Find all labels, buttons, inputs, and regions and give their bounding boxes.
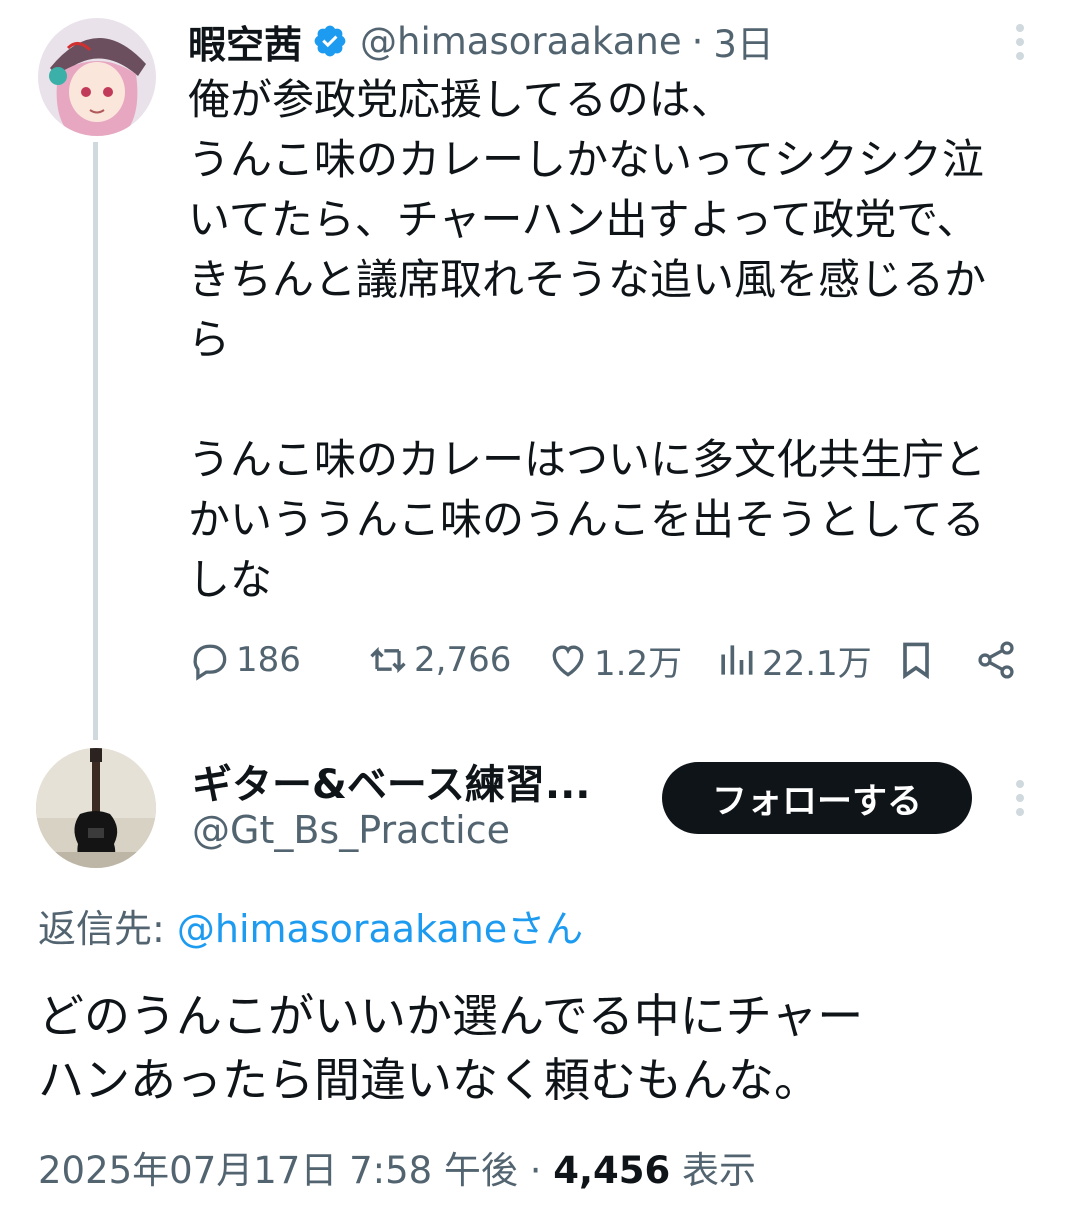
tweet-body: どのうんこがいいか選んでる中にチャー ハンあったら間違いなく頼むもんな。 bbox=[38, 984, 1048, 1112]
share-icon bbox=[978, 641, 1014, 679]
verified-badge-icon bbox=[312, 23, 348, 59]
action-bar: 186 2,766 1.2万 22.1万 bbox=[188, 632, 1038, 688]
tweet-text-line: いてたら、チャーハン出すよって政党で、 bbox=[188, 195, 979, 244]
tweet-text-line: 俺が参政党応援してるのは、 bbox=[188, 75, 733, 124]
follow-button[interactable]: フォローする bbox=[662, 762, 972, 834]
reply-icon bbox=[193, 644, 227, 681]
separator-dot: · bbox=[529, 1149, 542, 1192]
tweet-text-line: うんこ味のカレーしかないってシクシク泣 bbox=[188, 135, 984, 184]
heart-icon bbox=[552, 645, 584, 677]
tweet-meta: 2025年07月17日 7:58 午後 · 4,456 表示 bbox=[38, 1140, 756, 1194]
repost-icon bbox=[370, 646, 406, 674]
like-button[interactable]: 1.2万 bbox=[546, 632, 682, 688]
reply-context: 返信先: @himasoraakaneさん bbox=[38, 898, 583, 953]
more-vertical-icon[interactable] bbox=[1004, 20, 1036, 64]
author-handle[interactable]: @Gt_Bs_Practice bbox=[192, 808, 510, 852]
separator-dot: · bbox=[691, 19, 704, 63]
tweet-text-line: ら bbox=[188, 315, 231, 364]
repost-button[interactable]: 2,766 bbox=[366, 632, 511, 688]
tweet-header: 暇空茜 @himasoraakane · 3日 bbox=[188, 14, 774, 68]
like-count: 1.2万 bbox=[594, 643, 683, 684]
author-handle[interactable]: @himasoraakane bbox=[360, 20, 682, 63]
avatar[interactable] bbox=[36, 748, 156, 868]
view-count: 4,456 bbox=[553, 1149, 671, 1192]
tweet-body: 俺が参政党応援してるのは、 うんこ味のカレーしかないってシクシク泣 いてたら、チ… bbox=[188, 70, 1058, 610]
tweet-text-line: ハンあったら間違いなく頼むもんな。 bbox=[38, 1053, 820, 1107]
bookmark-button[interactable] bbox=[894, 632, 938, 688]
bookmark-icon bbox=[903, 642, 929, 680]
views-button[interactable]: 22.1万 bbox=[714, 632, 872, 688]
tweet-text-line: きちんと議席取れそうな追い風を感じるか bbox=[188, 255, 987, 304]
reply-prefix: 返信先: bbox=[38, 907, 177, 951]
tweet-text-line: どのうんこがいいか選んでる中にチャー bbox=[38, 989, 864, 1043]
reply-mention-link[interactable]: @himasoraakaneさん bbox=[177, 907, 583, 951]
more-vertical-icon[interactable] bbox=[1004, 776, 1036, 820]
tweet-text-line: かいううんこ味のうんこを出そうとしてる bbox=[188, 495, 985, 544]
author-name[interactable]: 暇空茜 bbox=[188, 14, 302, 69]
view-label: 表示 bbox=[682, 1149, 757, 1192]
share-button[interactable] bbox=[974, 632, 1018, 688]
timestamp[interactable]: 2025年07月17日 7:58 午後 bbox=[38, 1149, 518, 1192]
post-time[interactable]: 3日 bbox=[713, 14, 774, 68]
avatar[interactable] bbox=[38, 18, 156, 136]
repost-count: 2,766 bbox=[414, 640, 512, 680]
thread-line bbox=[93, 142, 98, 740]
reply-count: 186 bbox=[236, 640, 301, 680]
tweet-text-line: しな bbox=[188, 555, 273, 604]
tweet-text-line: うんこ味のカレーはついに多文化共生庁と bbox=[188, 435, 987, 484]
author-name[interactable]: ギター&ベース練習... bbox=[192, 752, 590, 810]
views-chart-icon bbox=[721, 645, 753, 675]
view-count: 22.1万 bbox=[762, 643, 872, 684]
reply-button[interactable]: 186 bbox=[188, 632, 301, 688]
